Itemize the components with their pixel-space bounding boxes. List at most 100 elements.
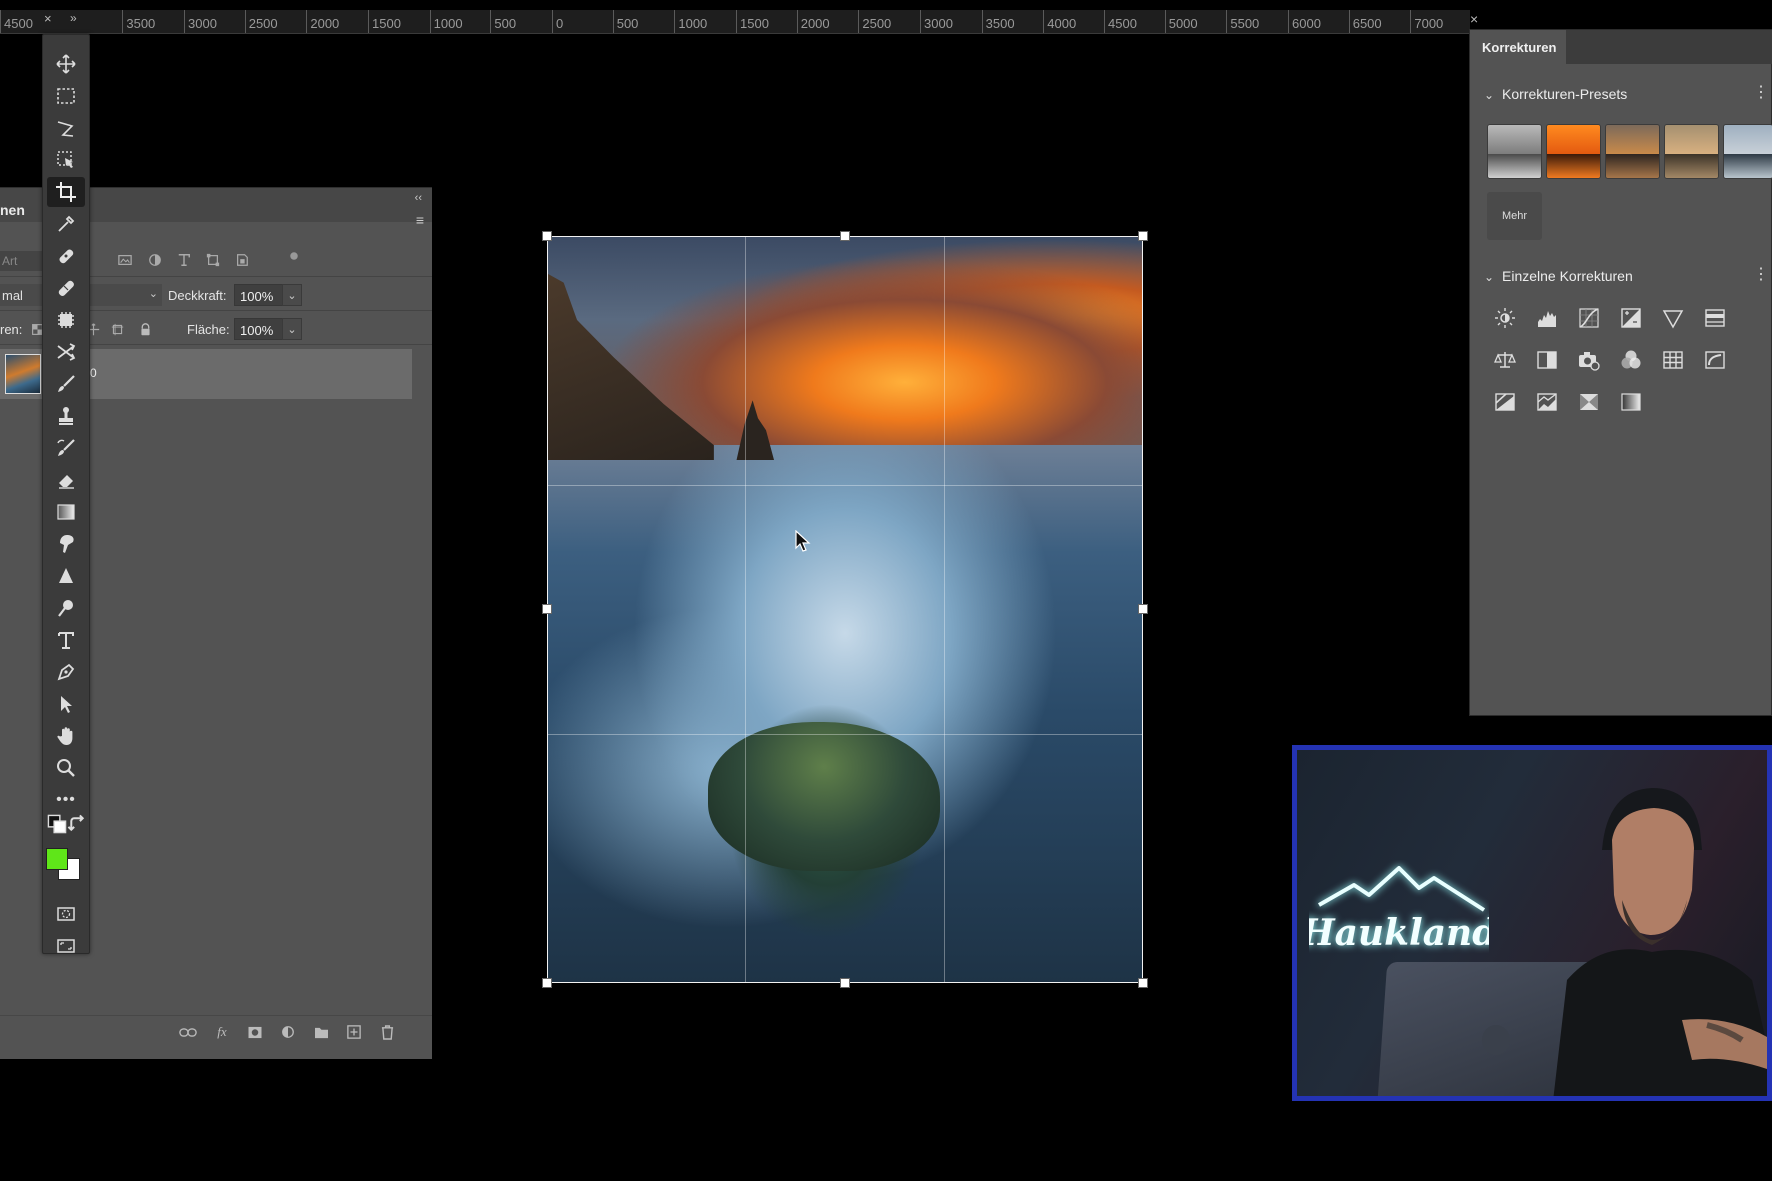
lock-artboard-icon[interactable] [108, 320, 126, 338]
crop-handle-right[interactable] [1138, 604, 1148, 614]
sharpen-tool[interactable] [47, 561, 85, 591]
presets-menu-icon[interactable]: ⋮ [1753, 82, 1769, 102]
channel-mixer-icon[interactable] [1618, 347, 1644, 373]
color-lookup-icon[interactable] [1660, 347, 1686, 373]
single-adjustments-header[interactable]: ⌄ Einzelne Korrekturen [1484, 268, 1633, 284]
preset-thumbnail[interactable] [1664, 124, 1719, 179]
fill-input[interactable]: 100% [234, 318, 284, 340]
invert-icon[interactable] [1702, 347, 1728, 373]
foreground-color-swatch[interactable] [46, 848, 68, 870]
curves-icon[interactable] [1576, 305, 1602, 331]
fill-dropdown-icon[interactable]: ⌄ [282, 318, 302, 340]
pixel-filter-icon[interactable] [116, 251, 134, 269]
opacity-dropdown-icon[interactable]: ⌄ [282, 284, 302, 306]
selective-color-icon[interactable] [1576, 389, 1602, 415]
new-layer-icon[interactable] [344, 1023, 364, 1041]
shape-filter-icon[interactable] [204, 251, 222, 269]
crop-tool[interactable] [47, 177, 85, 207]
pen-tool[interactable] [47, 657, 85, 687]
path-select-tool[interactable] [47, 689, 85, 719]
default-colors-icon[interactable] [47, 814, 67, 834]
document-canvas[interactable] [542, 231, 1148, 988]
vibrance-icon[interactable] [1660, 305, 1686, 331]
crop-handle-top[interactable] [840, 231, 850, 241]
single-adjustments-menu-icon[interactable]: ⋮ [1753, 264, 1769, 284]
eraser-tool[interactable] [47, 465, 85, 495]
type-tool[interactable] [47, 625, 85, 655]
posterize-icon[interactable] [1492, 389, 1518, 415]
panel-menu-icon[interactable]: ≡ [416, 212, 424, 228]
move-tool[interactable] [47, 49, 85, 79]
object-select-tool[interactable] [47, 145, 85, 175]
brush-tool[interactable] [47, 369, 85, 399]
gradient-map-icon[interactable] [1618, 389, 1644, 415]
preset-thumbnail[interactable] [1487, 124, 1542, 179]
gradient-tool[interactable] [47, 497, 85, 527]
black-white-icon[interactable] [1534, 347, 1560, 373]
healing-brush-tool[interactable] [47, 273, 85, 303]
swap-colors-icon[interactable] [67, 814, 87, 833]
crop-handle-top-left[interactable] [542, 231, 552, 241]
object-select-icon [57, 151, 73, 168]
levels-icon[interactable] [1534, 305, 1560, 331]
ruler-close-icon[interactable]: × [1470, 11, 1490, 27]
webcam-overlay: Haukland [1292, 745, 1772, 1101]
type-filter-icon[interactable] [175, 251, 193, 269]
smudge-tool[interactable] [47, 529, 85, 559]
lock-all-icon[interactable] [136, 320, 154, 338]
content-aware-move-icon [57, 343, 76, 361]
marquee-tool[interactable] [47, 81, 85, 111]
dodge-tool[interactable] [47, 593, 85, 623]
eyedropper-tool[interactable] [47, 209, 85, 239]
zoom-tool[interactable] [47, 753, 85, 783]
lasso-tool[interactable] [47, 113, 85, 143]
exposure-icon[interactable] [1618, 305, 1644, 331]
layers-tab[interactable]: nen [0, 202, 25, 218]
clone-stamp-tool[interactable] [47, 401, 85, 431]
panel-collapse-icon[interactable]: ‹‹ [415, 192, 422, 204]
opacity-input[interactable]: 100% [234, 284, 284, 306]
brush-icon [58, 375, 75, 392]
trash-icon[interactable] [377, 1023, 397, 1041]
preset-thumbnail[interactable] [1605, 124, 1660, 179]
mask-icon[interactable] [245, 1023, 265, 1041]
photo-filter-icon[interactable] [1576, 347, 1602, 373]
crop-handle-top-right[interactable] [1138, 231, 1148, 241]
threshold-icon[interactable] [1534, 389, 1560, 415]
content-aware-move-tool[interactable] [47, 337, 85, 367]
brightness-icon[interactable] [1492, 305, 1518, 331]
magnifier-icon [57, 759, 75, 777]
hue-saturation-icon[interactable] [1702, 305, 1728, 331]
screen-mode-tool[interactable] [47, 931, 85, 961]
crop-border[interactable] [547, 236, 1143, 983]
dock-close-icon[interactable]: × [44, 11, 52, 26]
fx-icon[interactable]: fx [212, 1023, 232, 1041]
crop-handle-bottom-left[interactable] [542, 978, 552, 988]
more-tools[interactable]: ••• [47, 785, 85, 815]
crop-handle-left[interactable] [542, 604, 552, 614]
tab-korrekturen[interactable]: Korrekturen [1470, 30, 1566, 64]
spot-healing-tool[interactable] [47, 241, 85, 271]
filter-toggle-icon[interactable] [285, 247, 303, 265]
mouse-cursor-icon [795, 529, 811, 557]
color-balance-icon[interactable] [1492, 347, 1518, 373]
adjustment-icon[interactable] [278, 1023, 298, 1041]
presets-section-header[interactable]: ⌄ Korrekturen-Presets [1484, 86, 1627, 102]
hand-tool[interactable] [47, 721, 85, 751]
crop-handle-bottom[interactable] [840, 978, 850, 988]
quick-mask-tool[interactable] [47, 899, 85, 929]
preset-thumbnail[interactable] [1723, 124, 1772, 179]
history-brush-tool[interactable] [47, 433, 85, 463]
smart-object-filter-icon[interactable] [233, 251, 251, 269]
link-icon[interactable] [178, 1023, 198, 1041]
folder-icon[interactable] [311, 1023, 331, 1041]
frame-tool[interactable] [47, 305, 85, 335]
layer-name[interactable]: 0 [90, 366, 97, 380]
crop-handle-bottom-right[interactable] [1138, 978, 1148, 988]
adjustment-filter-icon[interactable] [146, 251, 164, 269]
ruler-tick-label: 4500 [1104, 10, 1137, 33]
preset-thumbnail[interactable] [1546, 124, 1601, 179]
more-presets-button[interactable]: Mehr [1487, 192, 1542, 240]
layer-thumbnail[interactable] [5, 354, 41, 394]
dock-collapse-icon[interactable]: » [70, 11, 77, 25]
